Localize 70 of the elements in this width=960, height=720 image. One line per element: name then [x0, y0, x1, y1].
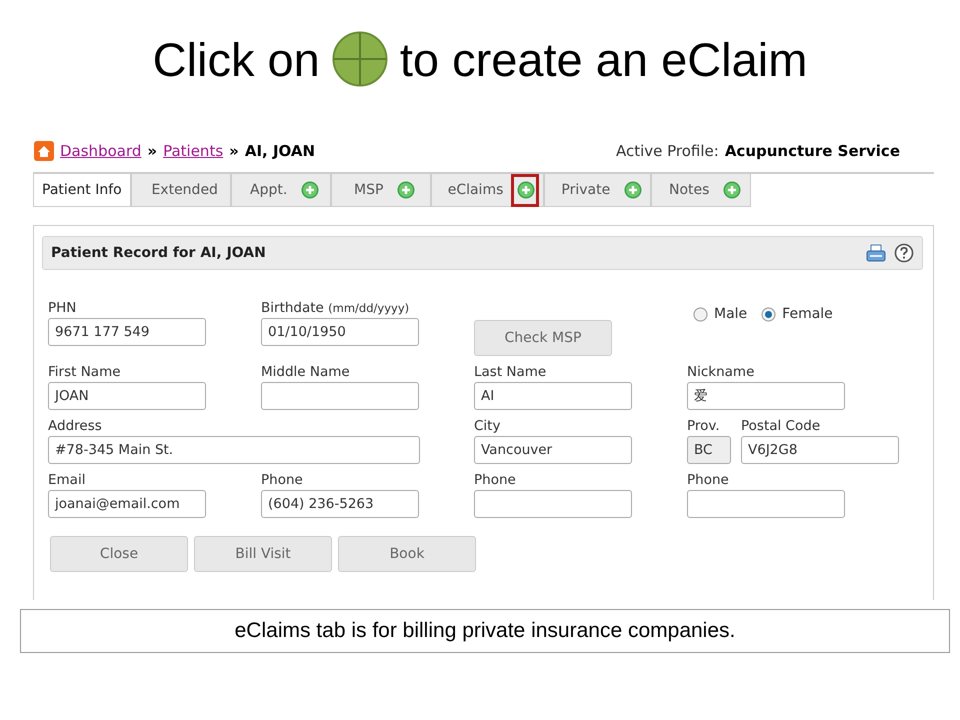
breadcrumb-current: AI, JOAN [244, 142, 316, 160]
field-label: City [474, 418, 502, 434]
plus-icon[interactable] [624, 181, 642, 199]
slide-title: Click on [152, 32, 320, 86]
printer-icon[interactable] [866, 244, 886, 262]
input-field[interactable]: V6J2G8 [741, 436, 899, 464]
field-label: Address [48, 418, 103, 434]
plus-icon[interactable] [301, 181, 320, 199]
tab[interactable]: eClaims [430, 174, 544, 207]
field-label: Nickname [687, 364, 756, 380]
tab[interactable]: Patient Info [33, 174, 131, 207]
tab-label: Private [561, 182, 610, 198]
action-button[interactable]: Close [50, 536, 188, 572]
input-field[interactable] [474, 490, 632, 518]
tab-label: Patient Info [42, 182, 122, 198]
field-label: Phone [474, 472, 517, 488]
breadcrumb-separator: » [229, 142, 239, 160]
input-field[interactable]: joanai@email.com [48, 490, 206, 518]
radio-button[interactable] [693, 306, 708, 322]
tab[interactable]: MSP [330, 174, 431, 207]
breadcrumb-link[interactable]: Patients [163, 142, 224, 160]
field-label: Phone [261, 472, 304, 488]
field-label: Birthdate (mm/dd/yyyy) [261, 300, 410, 316]
field-label: Email [48, 472, 86, 488]
input-field[interactable] [261, 382, 419, 410]
radio-button[interactable] [761, 306, 776, 322]
input-field[interactable]: AI [474, 382, 632, 410]
tab[interactable]: Appt. [230, 174, 331, 207]
help-icon[interactable] [894, 243, 914, 263]
input-field[interactable]: 9671 177 549 [48, 318, 206, 346]
action-button[interactable]: Book [338, 536, 476, 572]
input-field[interactable]: Vancouver [474, 436, 632, 464]
caption-text: eClaims tab is for billing private insurance companies. [234, 619, 736, 643]
breadcrumb-link[interactable]: Dashboard [60, 142, 142, 160]
plus-icon[interactable] [723, 181, 742, 199]
tab-label: MSP [354, 182, 384, 198]
tab-label: eClaims [448, 182, 504, 198]
field-label: Phone [687, 472, 730, 488]
tab-label: Notes [668, 182, 710, 198]
tab[interactable]: Private [544, 174, 652, 207]
home-icon[interactable] [34, 141, 54, 161]
crosshair-circle-icon [332, 31, 388, 87]
tab[interactable]: Notes [651, 174, 752, 207]
radio-label: Female [782, 306, 833, 322]
panel-title: Patient Record for AI, JOAN [51, 245, 266, 261]
slide-title: to create an eClaim [400, 32, 808, 86]
input-field[interactable]: BC [687, 436, 731, 464]
radio-label: Male [714, 306, 748, 322]
input-field[interactable]: JOAN [48, 382, 206, 410]
profile-value: Acupuncture Service [724, 142, 900, 160]
input-field[interactable]: 01/10/1950 [261, 318, 419, 346]
field-label: First Name [48, 364, 122, 380]
field-label: Postal Code [741, 418, 822, 434]
check-msp-button[interactable]: Check MSP [474, 320, 612, 356]
breadcrumb-separator: » [147, 142, 158, 160]
plus-icon[interactable] [397, 181, 416, 199]
field-label: PHN [48, 300, 78, 316]
action-button[interactable]: Bill Visit [194, 536, 332, 572]
field-label: Last Name [474, 364, 548, 380]
profile-label: Active Profile: [616, 142, 719, 160]
field-label: Prov. [687, 418, 721, 434]
tab-label: Appt. [250, 182, 288, 198]
tab-label: Extended [151, 182, 218, 198]
input-field[interactable]: 爱 [687, 382, 845, 410]
input-field[interactable] [687, 490, 845, 518]
input-field[interactable]: (604) 236-5263 [261, 490, 419, 518]
tab[interactable]: Extended [130, 174, 231, 207]
input-field[interactable]: #78-345 Main St. [48, 436, 420, 464]
plus-icon[interactable] [517, 181, 536, 199]
field-label: Middle Name [261, 364, 351, 380]
